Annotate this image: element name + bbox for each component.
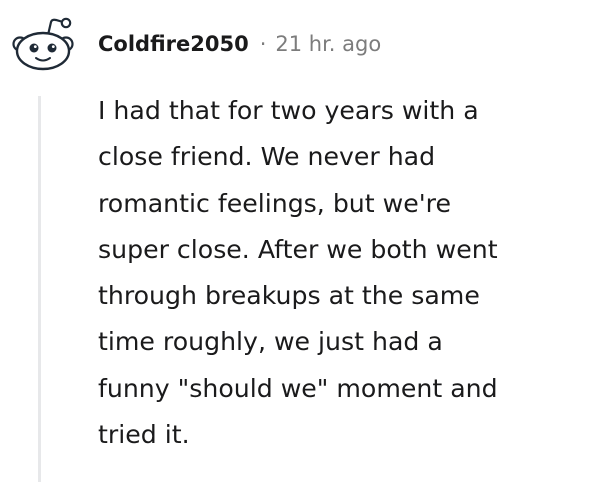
reddit-snoo-icon [12, 17, 74, 71]
comment-body: I had that for two years with a close fr… [98, 96, 498, 450]
comment-meta: Coldfire2050 · 21 hr. ago [98, 29, 381, 59]
avatar[interactable] [8, 14, 76, 74]
timestamp[interactable]: 21 hr. ago [275, 32, 381, 56]
comment: Coldfire2050 · 21 hr. ago I had that for… [0, 0, 599, 482]
thread-line[interactable] [38, 96, 41, 482]
meta-separator: · [259, 32, 267, 56]
username-link[interactable]: Coldfire2050 [98, 32, 249, 56]
